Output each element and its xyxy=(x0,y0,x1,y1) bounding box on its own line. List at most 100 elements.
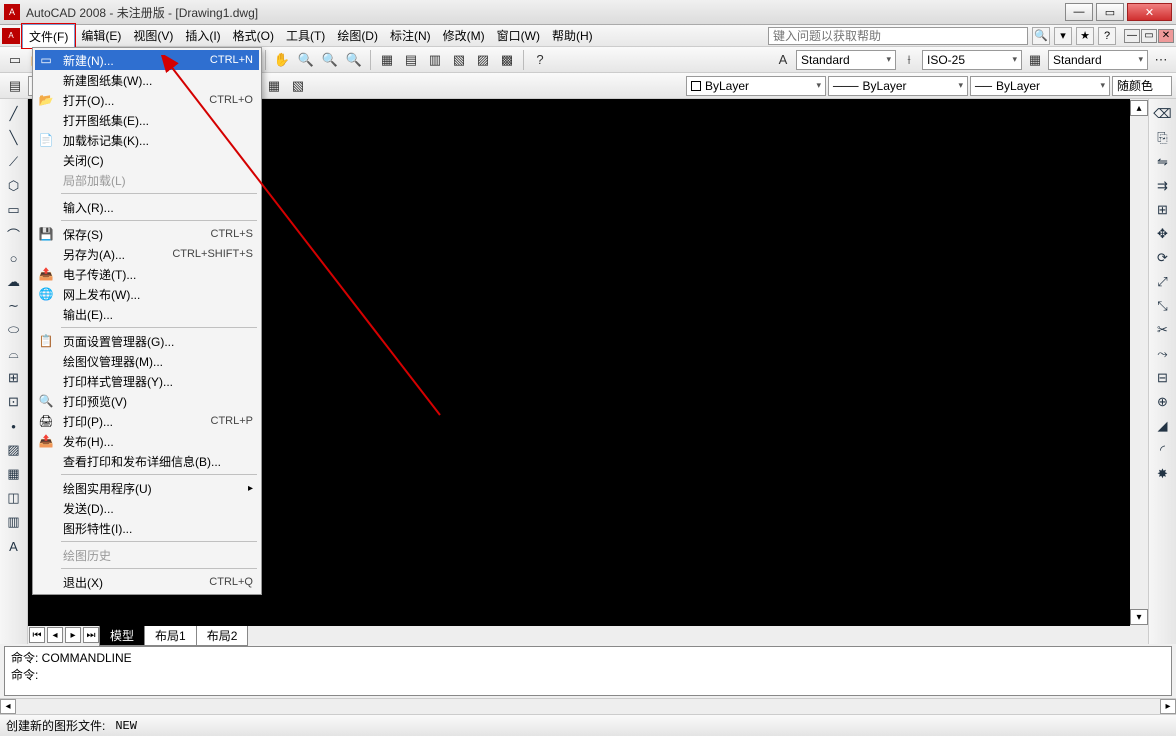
file-menu-item[interactable]: 绘图仪管理器(M)... xyxy=(35,351,259,371)
markup-icon[interactable]: ▨ xyxy=(472,49,494,71)
file-menu-item[interactable]: 📤电子传递(T)... xyxy=(35,264,259,284)
explode-icon[interactable]: ✸ xyxy=(1152,463,1174,485)
insert-block-icon[interactable]: ⊞ xyxy=(3,367,25,389)
copy-obj-icon[interactable]: ⎘ xyxy=(1152,127,1174,149)
chevron-down-icon[interactable]: ▾ xyxy=(1054,27,1072,45)
table-style-dropdown[interactable]: Standard▾ xyxy=(1048,50,1148,70)
menu-format[interactable]: 格式(O) xyxy=(227,24,280,47)
text-style-icon[interactable]: A xyxy=(772,49,794,71)
ellipse-arc-icon[interactable]: ⌓ xyxy=(3,343,25,365)
file-menu-item[interactable]: 图形特性(I)... xyxy=(35,518,259,538)
array-icon[interactable]: ⊞ xyxy=(1152,199,1174,221)
zoom-prev-icon[interactable]: 🔍 xyxy=(343,49,365,71)
fillet-icon[interactable]: ◜ xyxy=(1152,439,1174,461)
tab-layout1[interactable]: 布局1 xyxy=(144,625,197,646)
file-menu-item[interactable]: 📄加载标记集(K)... xyxy=(35,130,259,150)
menu-dimension[interactable]: 标注(N) xyxy=(384,24,437,47)
file-menu-item[interactable]: 🖨打印(P)...CTRL+P xyxy=(35,411,259,431)
xline-icon[interactable]: ╲ xyxy=(3,127,25,149)
menu-edit[interactable]: 编辑(E) xyxy=(75,24,127,47)
table-icon[interactable]: ▥ xyxy=(3,511,25,533)
plotstyle-dropdown[interactable]: 随颜色 xyxy=(1112,76,1172,96)
tab-prev-icon[interactable]: ◂ xyxy=(47,627,63,643)
menu-view[interactable]: 视图(V) xyxy=(127,24,179,47)
style-manager-icon[interactable]: ⋯ xyxy=(1150,49,1172,71)
dim-style-icon[interactable]: ⟊ xyxy=(898,49,920,71)
menu-draw[interactable]: 绘图(D) xyxy=(331,24,384,47)
help-icon[interactable]: ? xyxy=(529,49,551,71)
menu-modify[interactable]: 修改(M) xyxy=(437,24,491,47)
move-icon[interactable]: ✥ xyxy=(1152,223,1174,245)
close-button[interactable]: ✕ xyxy=(1127,3,1172,21)
info-icon[interactable]: ? xyxy=(1098,27,1116,45)
arc-icon[interactable]: ⌒ xyxy=(3,223,25,245)
zoom-window-icon[interactable]: 🔍 xyxy=(319,49,341,71)
app-menu-icon[interactable]: A xyxy=(2,28,20,44)
sheet-set-icon[interactable]: ▧ xyxy=(448,49,470,71)
file-menu-item[interactable]: 打开图纸集(E)... xyxy=(35,110,259,130)
mdi-close-button[interactable]: ✕ xyxy=(1158,29,1174,43)
search-icon[interactable]: 🔍 xyxy=(1032,27,1050,45)
ellipse-icon[interactable]: ⬭ xyxy=(3,319,25,341)
design-center-icon[interactable]: ▤ xyxy=(400,49,422,71)
file-menu-item[interactable]: 退出(X)CTRL+Q xyxy=(35,572,259,592)
region-icon[interactable]: ◫ xyxy=(3,487,25,509)
rotate-icon[interactable]: ⟳ xyxy=(1152,247,1174,269)
gradient-icon[interactable]: ▦ xyxy=(3,463,25,485)
star-icon[interactable]: ★ xyxy=(1076,27,1094,45)
file-menu-item[interactable]: 📤发布(H)... xyxy=(35,431,259,451)
file-menu-item[interactable]: 输入(R)... xyxy=(35,197,259,217)
table-style-icon[interactable]: ▦ xyxy=(1024,49,1046,71)
file-menu-item[interactable]: 新建图纸集(W)... xyxy=(35,70,259,90)
calc-icon[interactable]: ▩ xyxy=(496,49,518,71)
menu-insert[interactable]: 插入(I) xyxy=(179,24,226,47)
scroll-down-icon[interactable]: ▾ xyxy=(1130,609,1148,625)
line-icon[interactable]: ╱ xyxy=(3,103,25,125)
color-dropdown[interactable]: ByLayer▾ xyxy=(686,76,826,96)
file-menu-item[interactable]: 🌐网上发布(W)... xyxy=(35,284,259,304)
properties-icon[interactable]: ▦ xyxy=(376,49,398,71)
scroll-right-icon[interactable]: ▸ xyxy=(1160,699,1176,714)
lineweight-dropdown[interactable]: ──ByLayer▾ xyxy=(970,76,1110,96)
file-menu-item[interactable]: 关闭(C) xyxy=(35,150,259,170)
polyline-icon[interactable]: ⟋ xyxy=(3,151,25,173)
menu-window[interactable]: 窗口(W) xyxy=(491,24,546,47)
layer-iso-icon[interactable]: ▧ xyxy=(287,75,309,97)
file-menu-item[interactable]: 发送(D)... xyxy=(35,498,259,518)
tab-model[interactable]: 模型 xyxy=(99,625,145,646)
vertical-scrollbar[interactable]: ▴ ▾ xyxy=(1130,99,1148,626)
tool-palette-icon[interactable]: ▥ xyxy=(424,49,446,71)
menu-tools[interactable]: 工具(T) xyxy=(280,24,331,47)
file-menu-item[interactable]: 📂打开(O)...CTRL+O xyxy=(35,90,259,110)
hatch-icon[interactable]: ▨ xyxy=(3,439,25,461)
polygon-icon[interactable]: ⬡ xyxy=(3,175,25,197)
stretch-icon[interactable]: ⤡ xyxy=(1152,295,1174,317)
scroll-left-icon[interactable]: ◂ xyxy=(0,699,16,714)
new-icon[interactable]: ▭ xyxy=(4,49,26,71)
make-block-icon[interactable]: ⊡ xyxy=(3,391,25,413)
pan-icon[interactable]: ✋ xyxy=(271,49,293,71)
file-menu-item[interactable]: 打印样式管理器(Y)... xyxy=(35,371,259,391)
chamfer-icon[interactable]: ◢ xyxy=(1152,415,1174,437)
dim-style-dropdown[interactable]: ISO-25▾ xyxy=(922,50,1022,70)
file-menu-item[interactable]: 查看打印和发布详细信息(B)... xyxy=(35,451,259,471)
mirror-icon[interactable]: ⇋ xyxy=(1152,151,1174,173)
file-menu-item[interactable]: 另存为(A)...CTRL+SHIFT+S xyxy=(35,244,259,264)
circle-icon[interactable]: ○ xyxy=(3,247,25,269)
file-menu-item[interactable]: 输出(E)... xyxy=(35,304,259,324)
file-menu-item[interactable]: 绘图实用程序(U) xyxy=(35,478,259,498)
file-menu-item[interactable]: 📋页面设置管理器(G)... xyxy=(35,331,259,351)
break-icon[interactable]: ⊟ xyxy=(1152,367,1174,389)
file-menu-item[interactable]: ▭新建(N)...CTRL+N xyxy=(35,50,259,70)
tab-next-icon[interactable]: ▸ xyxy=(65,627,81,643)
linetype-dropdown[interactable]: ───ByLayer▾ xyxy=(828,76,968,96)
revcloud-icon[interactable]: ☁ xyxy=(3,271,25,293)
trim-icon[interactable]: ✂ xyxy=(1152,319,1174,341)
text-style-dropdown[interactable]: Standard▾ xyxy=(796,50,896,70)
spline-icon[interactable]: ∼ xyxy=(3,295,25,317)
menu-file[interactable]: 文件(F) xyxy=(22,24,75,48)
command-scrollbar[interactable]: ◂ ▸ xyxy=(0,698,1176,714)
zoom-realtime-icon[interactable]: 🔍 xyxy=(295,49,317,71)
menu-help[interactable]: 帮助(H) xyxy=(546,24,599,47)
mdi-minimize-button[interactable]: — xyxy=(1124,29,1140,43)
